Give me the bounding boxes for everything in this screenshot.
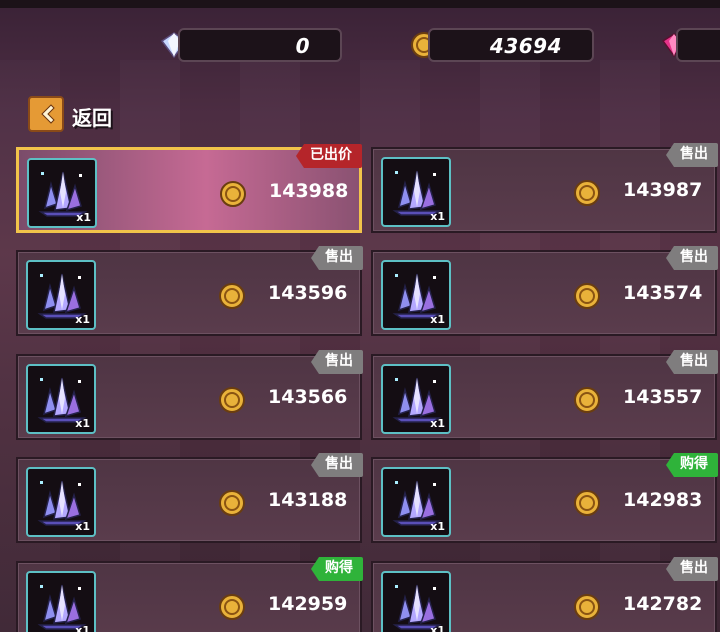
status-badge: 售出	[311, 350, 363, 374]
listing-price: 143566	[268, 386, 348, 408]
item-slot[interactable]: x1	[26, 467, 96, 537]
status-badge: 售出	[666, 246, 718, 270]
item-quantity: x1	[430, 210, 445, 223]
listing-card[interactable]: x1 143566 售出	[16, 350, 363, 440]
listing-price: 142782	[623, 593, 703, 615]
item-quantity: x1	[75, 313, 90, 326]
listing-price: 142983	[623, 489, 703, 511]
gold-coin-icon	[574, 490, 600, 516]
item-slot[interactable]: x1	[26, 364, 96, 434]
gold-coin-icon	[574, 387, 600, 413]
status-badge: 售出	[311, 246, 363, 270]
status-badge: 购得	[666, 453, 718, 477]
item-slot[interactable]: x1	[381, 571, 451, 632]
item-quantity: x1	[75, 520, 90, 533]
item-quantity: x1	[430, 417, 445, 430]
gold-coin-icon	[219, 283, 245, 309]
status-badge: 售出	[666, 557, 718, 581]
listing-card[interactable]: x1 143574 售出	[371, 246, 718, 336]
listing-card[interactable]: x1 143557 售出	[371, 350, 718, 440]
status-badge: 售出	[311, 453, 363, 477]
gold-coin-icon	[219, 490, 245, 516]
item-slot[interactable]: x1	[381, 157, 451, 227]
item-quantity: x1	[76, 211, 91, 224]
diamond-balance: 0	[178, 28, 342, 62]
back-button[interactable]	[28, 96, 64, 132]
gold-coin-icon	[219, 387, 245, 413]
item-slot[interactable]: x1	[381, 467, 451, 537]
status-badge: 售出	[666, 350, 718, 374]
gold-coin-icon	[220, 181, 246, 207]
gold-coin-icon	[574, 283, 600, 309]
listing-price: 143988	[269, 180, 349, 202]
item-slot[interactable]: x1	[26, 571, 96, 632]
item-quantity: x1	[430, 624, 445, 632]
listing-price: 143574	[623, 282, 703, 304]
listing-card[interactable]: x1 143988 已出价	[16, 144, 362, 233]
item-slot[interactable]: x1	[381, 260, 451, 330]
listing-card[interactable]: x1 143596 售出	[16, 246, 363, 336]
item-quantity: x1	[75, 624, 90, 632]
item-quantity: x1	[430, 313, 445, 326]
item-quantity: x1	[430, 520, 445, 533]
diamond-value: 0	[295, 34, 310, 58]
top-band	[0, 0, 720, 8]
listing-card[interactable]: x1 143188 售出	[16, 453, 363, 543]
item-slot[interactable]: x1	[26, 260, 96, 330]
gem-balance	[676, 28, 720, 62]
listing-card[interactable]: x1 142782 售出	[371, 557, 718, 632]
listing-price: 143596	[268, 282, 348, 304]
listing-price: 143188	[268, 489, 348, 511]
gold-coin-icon	[574, 180, 600, 206]
status-badge: 购得	[311, 557, 363, 581]
listing-price: 142959	[268, 593, 348, 615]
gold-value: 43694	[489, 34, 562, 58]
item-quantity: x1	[75, 417, 90, 430]
listing-price: 143557	[623, 386, 703, 408]
item-slot[interactable]: x1	[381, 364, 451, 434]
listing-card[interactable]: x1 143987 售出	[371, 143, 718, 233]
item-slot[interactable]: x1	[27, 158, 97, 228]
status-badge: 售出	[666, 143, 718, 167]
status-badge: 已出价	[296, 144, 362, 168]
chevron-left-icon	[41, 104, 55, 124]
listing-price: 143987	[623, 179, 703, 201]
back-label[interactable]: 返回	[72, 102, 112, 131]
gold-balance: 43694	[428, 28, 594, 62]
gold-coin-icon	[574, 594, 600, 620]
gold-coin-icon	[219, 594, 245, 620]
listing-card[interactable]: x1 142959 购得	[16, 557, 363, 632]
listing-card[interactable]: x1 142983 购得	[371, 453, 718, 543]
